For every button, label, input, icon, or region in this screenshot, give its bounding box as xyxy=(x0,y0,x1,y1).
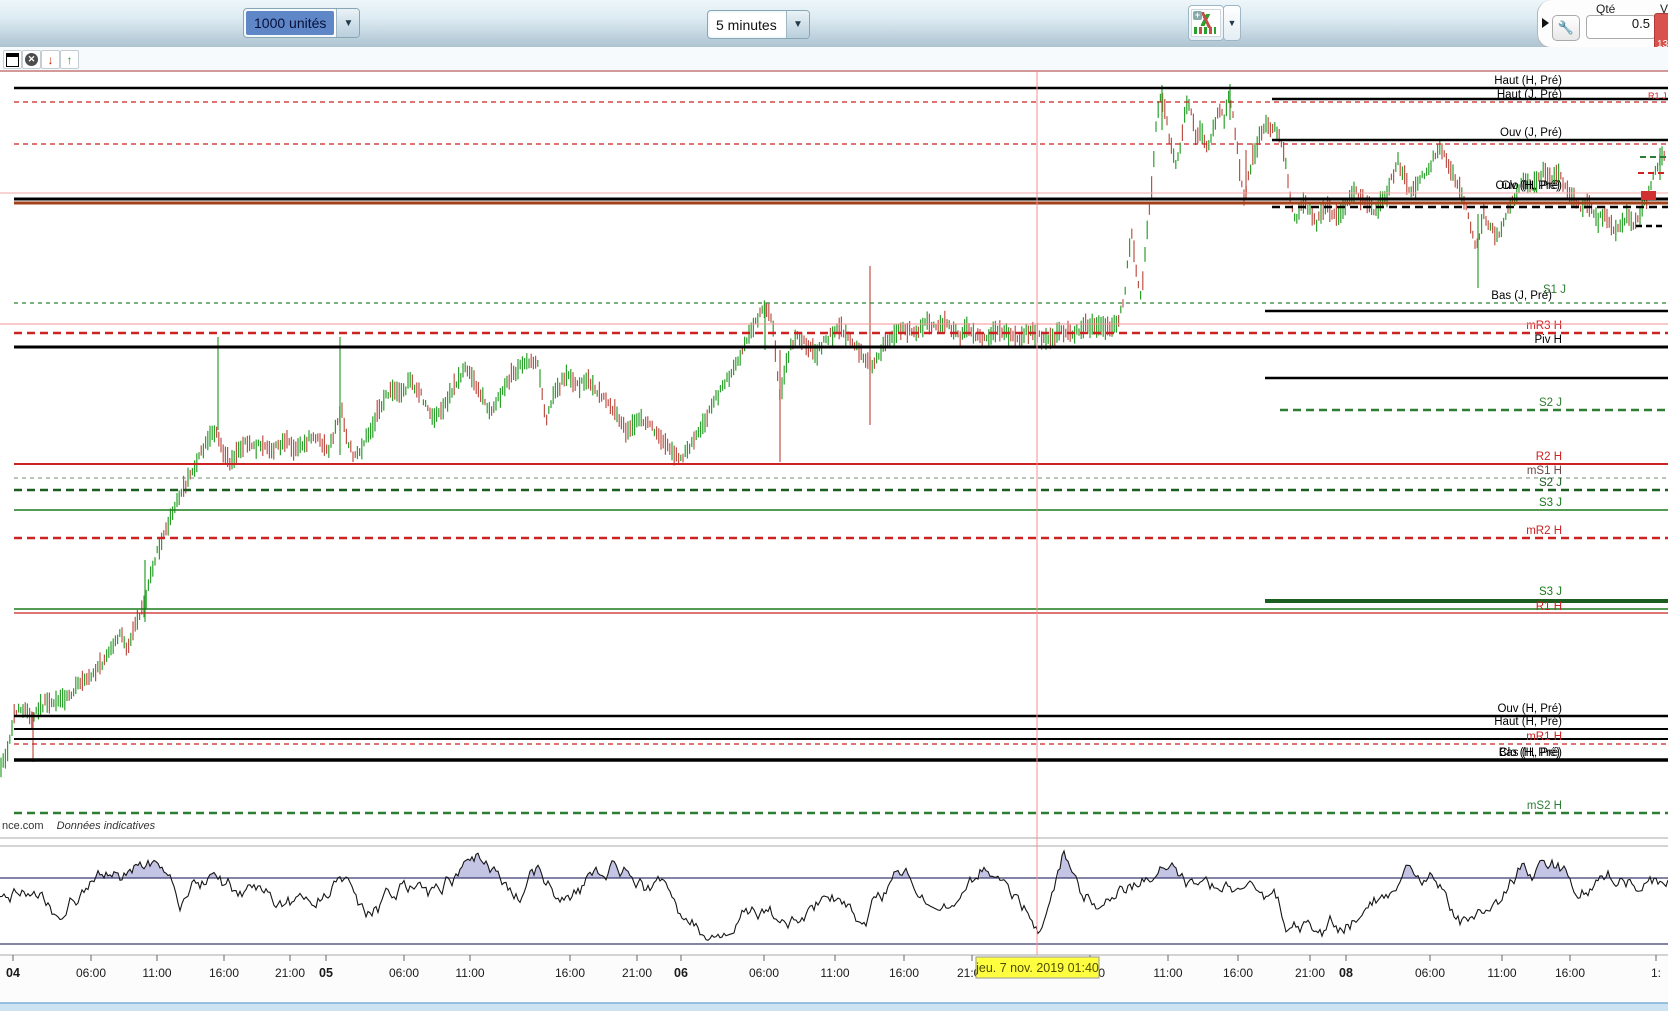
svg-text:16:00: 16:00 xyxy=(1555,966,1585,980)
collapse-panel-icon[interactable] xyxy=(1542,18,1549,28)
units-dropdown-arrow-icon[interactable]: ▼ xyxy=(336,9,360,37)
trading-platform-window: 1000 unités ▼ 5 minutes ▼ + ▼ 🔧 Qté 0.5 … xyxy=(0,0,1668,1011)
svg-text:Ouv (J, Pré): Ouv (J, Pré) xyxy=(1500,127,1562,139)
green-up-arrow-icon: ↑ xyxy=(66,52,73,67)
quantity-input[interactable]: 0.5 xyxy=(1586,15,1656,39)
svg-text:Haut (H, Pré): Haut (H, Pré) xyxy=(1494,75,1562,87)
svg-text:04: 04 xyxy=(6,966,20,980)
svg-text:S1 J: S1 J xyxy=(1543,284,1566,296)
svg-text:16:00: 16:00 xyxy=(1223,966,1253,980)
svg-text:Clo (H, Pré): Clo (H, Pré) xyxy=(1499,747,1560,759)
svg-text:R1 H: R1 H xyxy=(1536,601,1562,613)
close-window-button[interactable]: ✕ xyxy=(22,50,41,69)
svg-text:11:00: 11:00 xyxy=(1487,966,1516,980)
chart-type-dropdown-arrow[interactable]: ▼ xyxy=(1223,5,1241,41)
svg-text:1:: 1: xyxy=(1651,966,1661,980)
data-source-footer: nce.com Données indicatives xyxy=(2,820,155,832)
svg-text:21:00: 21:00 xyxy=(275,966,305,980)
units-dropdown-value[interactable]: 1000 unités xyxy=(246,11,335,35)
svg-text:Ouv (H, Pré): Ouv (H, Pré) xyxy=(1495,180,1560,192)
svg-text:05: 05 xyxy=(319,966,333,980)
svg-text:16:00: 16:00 xyxy=(555,966,585,980)
svg-text:R2 H: R2 H xyxy=(1536,451,1562,463)
svg-text:11:00: 11:00 xyxy=(142,966,171,980)
svg-text:S2 J: S2 J xyxy=(1539,397,1562,409)
svg-text:06:00: 06:00 xyxy=(389,966,419,980)
svg-text:S3 J: S3 J xyxy=(1539,497,1562,509)
svg-text:21:00: 21:00 xyxy=(622,966,652,980)
svg-text:mR2 H: mR2 H xyxy=(1526,525,1562,537)
source-text: nce.com xyxy=(2,820,44,832)
red-down-arrow-icon: ↓ xyxy=(47,52,54,67)
move-up-button[interactable]: ↑ xyxy=(60,50,79,69)
window-icon xyxy=(6,52,19,67)
svg-text:11:00: 11:00 xyxy=(1153,966,1182,980)
svg-text:mS1 H: mS1 H xyxy=(1527,465,1562,477)
timeframe-dropdown-arrow-icon[interactable]: ▼ xyxy=(786,11,809,38)
top-toolbar: 1000 unités ▼ 5 minutes ▼ + ▼ 🔧 Qté 0.5 … xyxy=(0,0,1668,53)
svg-text:11:00: 11:00 xyxy=(820,966,849,980)
svg-text:Ouv (H, Pré): Ouv (H, Pré) xyxy=(1497,703,1562,715)
svg-text:06:00: 06:00 xyxy=(749,966,779,980)
svg-text:jeu. 7 nov. 2019 01:40: jeu. 7 nov. 2019 01:40 xyxy=(975,961,1099,975)
svg-text:06: 06 xyxy=(674,966,688,980)
svg-text:R1 J: R1 J xyxy=(1648,91,1667,101)
svg-text:Piv H: Piv H xyxy=(1535,334,1562,346)
svg-text:mS2 H: mS2 H xyxy=(1527,800,1562,812)
price-chart-canvas[interactable]: Haut (H, Pré) Haut (J, Pré) Ouv (J, Pré) Cl… xyxy=(0,70,1668,1011)
svg-text:mR1 H: mR1 H xyxy=(1526,731,1562,743)
chart-type-button[interactable]: + xyxy=(1188,5,1224,41)
svg-text:21:00: 21:00 xyxy=(1295,966,1325,980)
close-icon: ✕ xyxy=(25,53,38,66)
svg-text:Haut (H, Pré): Haut (H, Pré) xyxy=(1494,716,1562,728)
svg-text:S3 J: S3 J xyxy=(1539,586,1562,598)
svg-text:16:00: 16:00 xyxy=(209,966,239,980)
svg-text:08: 08 xyxy=(1339,966,1353,980)
svg-text:S2 J: S2 J xyxy=(1539,477,1562,489)
order-settings-button[interactable]: 🔧 xyxy=(1552,15,1580,41)
date-tooltip: jeu. 7 nov. 2019 01:40 xyxy=(975,956,1100,979)
svg-text:06:00: 06:00 xyxy=(76,966,106,980)
order-panel: 🔧 Qté 0.5 V 13 2 xyxy=(1537,0,1668,53)
quantity-label: Qté xyxy=(1596,2,1616,16)
svg-text:Haut (J, Pré): Haut (J, Pré) xyxy=(1497,89,1562,101)
svg-text:mR3 H: mR3 H xyxy=(1526,320,1562,332)
chart-window-toolbar: ✕ ↓ ↑ xyxy=(0,47,1668,70)
svg-text:11:00: 11:00 xyxy=(455,966,484,980)
timeframe-dropdown[interactable]: 5 minutes ▼ xyxy=(707,10,810,39)
chart-type-icon: + xyxy=(1191,9,1221,37)
indicative-data-note: Données indicatives xyxy=(56,820,156,832)
svg-text:16:00: 16:00 xyxy=(889,966,919,980)
restore-window-button[interactable] xyxy=(3,50,22,69)
svg-text:06:00: 06:00 xyxy=(1415,966,1445,980)
move-down-button[interactable]: ↓ xyxy=(41,50,60,69)
units-dropdown[interactable]: 1000 unités ▼ xyxy=(243,8,361,38)
timeframe-dropdown-value[interactable]: 5 minutes xyxy=(708,11,786,38)
